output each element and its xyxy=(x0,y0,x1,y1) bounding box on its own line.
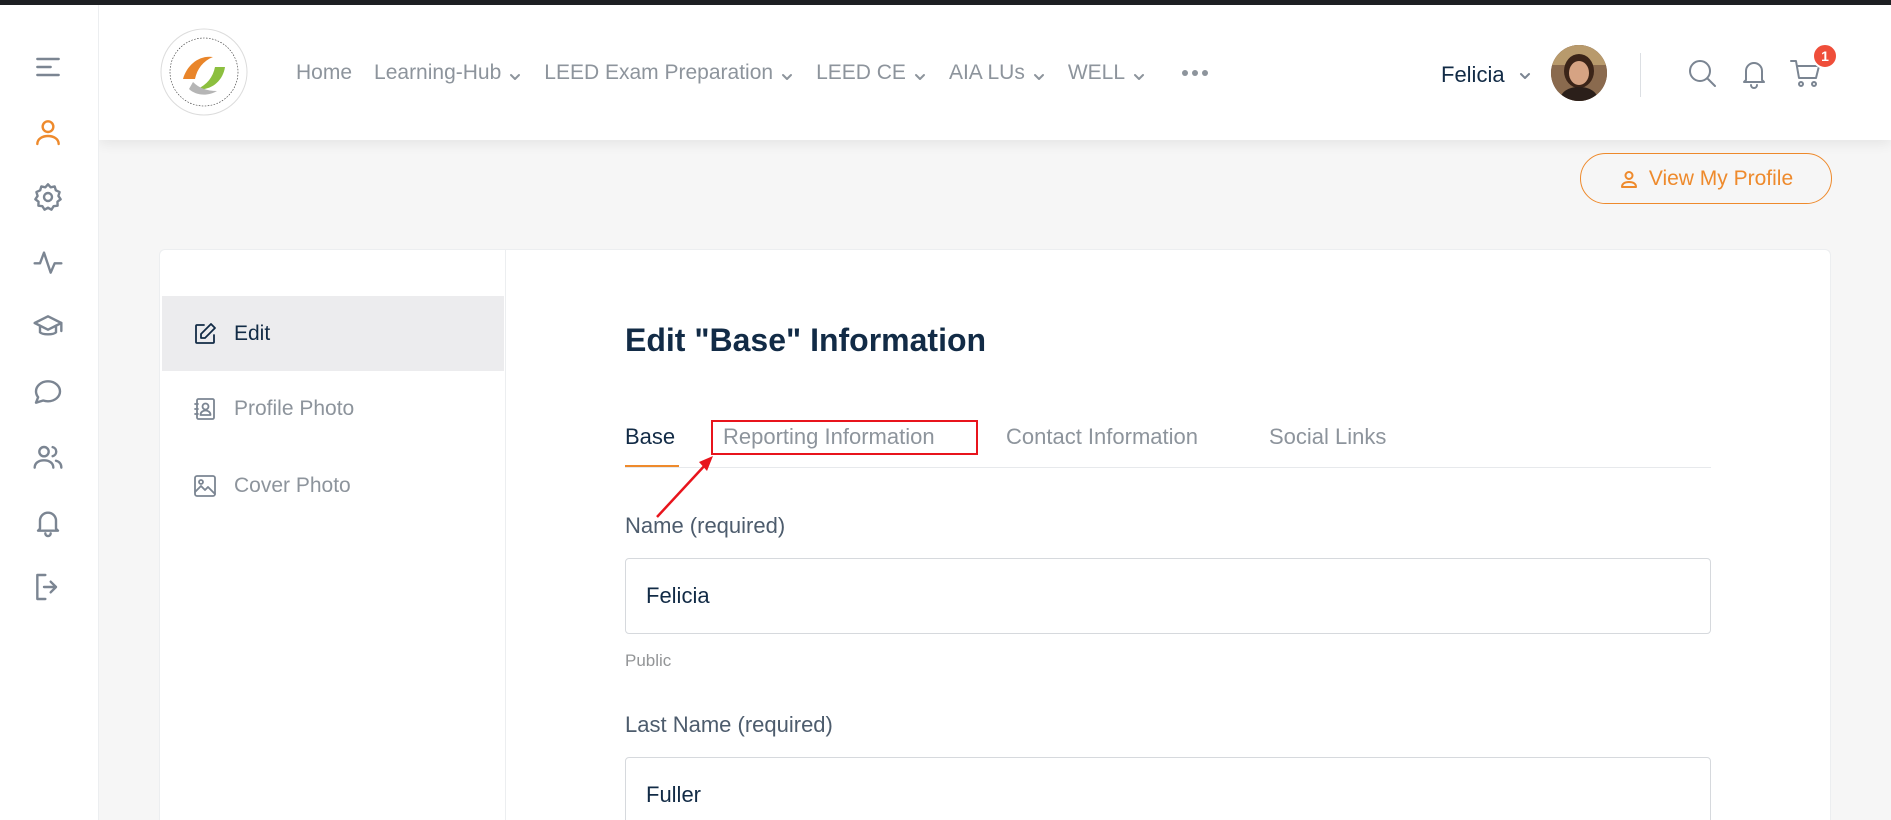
tab-contact-information[interactable]: Contact Information xyxy=(1006,424,1198,450)
activity-icon[interactable] xyxy=(28,242,68,282)
subnav-label: Edit xyxy=(234,321,271,345)
name-field-label: Name (required) xyxy=(625,513,786,538)
chevron-down-icon xyxy=(780,66,794,80)
avatar[interactable] xyxy=(1551,45,1607,101)
page-title: Edit "Base" Information xyxy=(625,322,987,358)
header-divider xyxy=(1640,53,1641,97)
nav-label: Learning-Hub xyxy=(374,60,502,84)
nav-item-learning-hub[interactable]: Learning-Hub xyxy=(374,61,522,85)
messages-icon[interactable] xyxy=(28,372,68,412)
members-icon[interactable] xyxy=(28,437,68,477)
courses-icon[interactable] xyxy=(28,307,68,347)
name-visibility-hint: Public xyxy=(625,651,672,670)
nav-label: Home xyxy=(296,60,353,84)
profile-icon xyxy=(1620,170,1637,188)
search-icon[interactable] xyxy=(1684,55,1720,91)
nav-label: LEED Exam Preparation xyxy=(544,60,774,84)
profile-edit-card: Edit Profile Photo Cover Photo xyxy=(159,249,1831,820)
active-tab-underline xyxy=(625,465,679,467)
tab-social-links[interactable]: Social Links xyxy=(1269,424,1386,450)
profile-subnav: Edit Profile Photo Cover Photo xyxy=(160,250,506,820)
chevron-down-icon xyxy=(1132,66,1146,80)
menu-icon[interactable] xyxy=(28,47,68,87)
nav-label: WELL xyxy=(1067,60,1126,84)
nav-label: AIA LUs xyxy=(948,60,1025,84)
profile-icon[interactable] xyxy=(28,112,68,152)
subnav-item-profile-photo[interactable]: Profile Photo xyxy=(162,371,504,446)
subnav-label: Profile Photo xyxy=(234,396,355,420)
nav-item-aia-lus[interactable]: AIA LUs xyxy=(949,61,1046,85)
user-name[interactable]: Felicia xyxy=(1441,62,1505,88)
settings-icon[interactable] xyxy=(28,177,68,217)
site-logo[interactable] xyxy=(159,27,249,117)
ellipsis-icon[interactable] xyxy=(1182,69,1209,76)
cart-count-badge: 1 xyxy=(1812,43,1838,69)
site-header: Home Learning-Hub LEED Exam Preparation … xyxy=(99,5,1891,140)
view-my-profile-button[interactable]: View My Profile xyxy=(1580,153,1832,204)
nav-item-home[interactable]: Home xyxy=(296,61,352,85)
tab-base[interactable]: Base xyxy=(625,424,675,450)
annotation-highlight-box xyxy=(711,420,978,455)
contact-card-icon xyxy=(194,397,215,420)
nav-label: LEED CE xyxy=(816,60,906,84)
chevron-down-icon xyxy=(508,66,522,80)
name-field[interactable] xyxy=(625,558,1711,634)
subnav-item-edit[interactable]: Edit xyxy=(162,296,504,371)
last-name-field[interactable] xyxy=(625,757,1711,820)
chevron-down-icon xyxy=(1032,66,1046,80)
subnav-item-cover-photo[interactable]: Cover Photo xyxy=(162,448,504,523)
left-sidebar xyxy=(0,5,99,820)
view-my-profile-label: View My Profile xyxy=(1648,166,1794,190)
logout-icon[interactable] xyxy=(28,567,68,607)
subnav-label: Cover Photo xyxy=(234,473,351,497)
nav-item-well[interactable]: WELL xyxy=(1068,61,1146,85)
chevron-down-icon xyxy=(913,66,927,80)
bell-icon[interactable] xyxy=(1736,55,1772,91)
main-nav: Home Learning-Hub LEED Exam Preparation … xyxy=(296,5,1209,140)
edit-icon xyxy=(195,322,216,344)
nav-item-leed-exam-preparation[interactable]: LEED Exam Preparation xyxy=(544,61,794,85)
chevron-down-icon[interactable] xyxy=(1518,69,1532,83)
image-icon xyxy=(194,474,216,497)
notifications-icon[interactable] xyxy=(28,502,68,542)
top-strip xyxy=(0,0,1891,5)
last-name-field-label: Last Name (required) xyxy=(625,712,833,737)
nav-item-leed-ce[interactable]: LEED CE xyxy=(816,61,927,85)
